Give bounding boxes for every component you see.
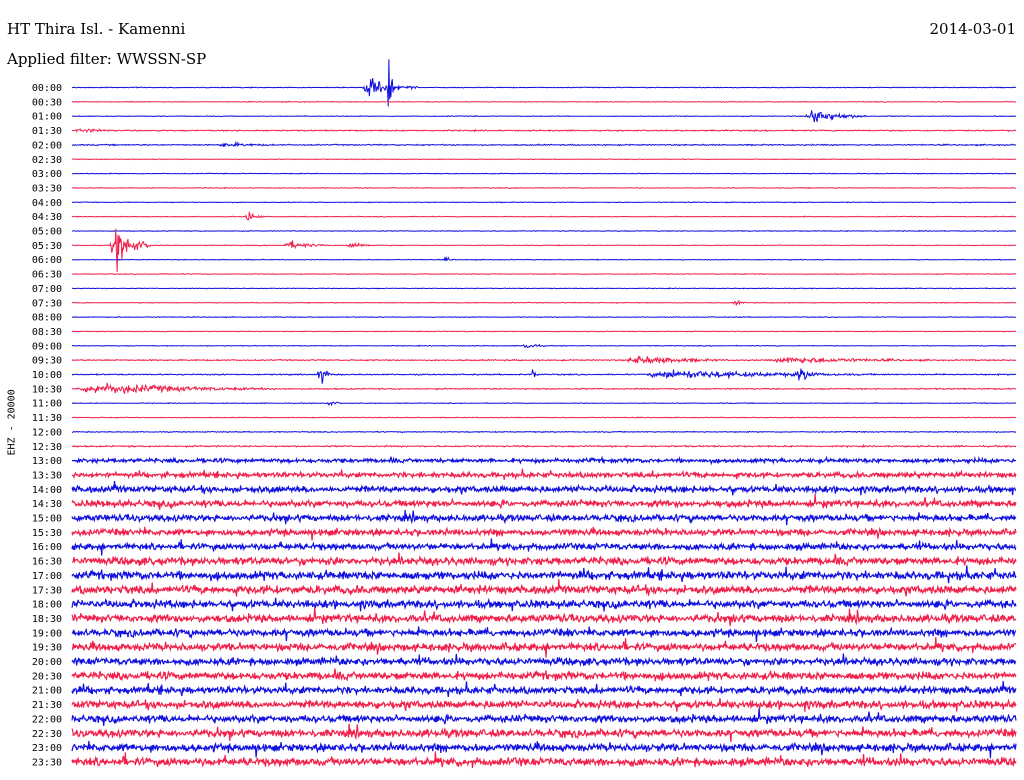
- row-time-label: 21:30: [32, 700, 62, 711]
- row-time-label: 16:30: [32, 557, 62, 568]
- row-time-label: 03:00: [32, 169, 62, 180]
- row-time-label: 07:30: [32, 298, 62, 309]
- row-time-label: 17:00: [32, 571, 62, 582]
- trace-row-0700: [72, 287, 1017, 290]
- trace-row-2130: [71, 698, 1017, 712]
- trace-row-2100: [71, 680, 1017, 698]
- row-time-label: 23:30: [32, 757, 62, 768]
- row-time-label: 18:00: [32, 600, 62, 611]
- trace-row-0830: [71, 330, 1017, 333]
- trace-row-0530: [71, 228, 1017, 272]
- row-time-label: 00:00: [32, 83, 62, 94]
- row-time-label: 12:30: [32, 442, 62, 453]
- row-time-label: 02:30: [32, 155, 62, 166]
- row-time-label: 22:30: [32, 729, 62, 740]
- trace-row-0600: [71, 255, 1017, 262]
- row-time-label: 06:30: [32, 270, 62, 281]
- helicorder-plot: 00:00 00:30 01:00 01:30 02:00 02:30 03:00 03:30…: [32, 59, 1017, 769]
- row-time-label: 01:00: [32, 112, 62, 123]
- trace-row-0130: [72, 128, 1017, 134]
- trace-row-2330: [71, 751, 1017, 769]
- row-time-label: 19:30: [32, 643, 62, 654]
- trace-row-1330: [71, 468, 1017, 481]
- trace-row-1300: [71, 455, 1017, 466]
- trace-row-1400: [71, 481, 1017, 496]
- trace-row-0430: [71, 211, 1017, 221]
- row-time-label: 14:00: [32, 485, 62, 496]
- trace-row-0800: [71, 315, 1017, 319]
- row-time-label: 13:30: [32, 470, 62, 481]
- trace-row-0500: [71, 229, 1017, 233]
- trace-row-1630: [72, 552, 1017, 568]
- row-time-label: 19:00: [32, 628, 62, 639]
- row-time-label: 03:30: [32, 183, 62, 194]
- row-time-label: 01:30: [32, 126, 62, 137]
- row-time-label: 06:00: [32, 255, 62, 266]
- trace-row-1500: [71, 509, 1017, 526]
- trace-row-1600: [71, 538, 1017, 556]
- trace-row-1100: [72, 401, 1017, 407]
- row-time-label: 10:30: [32, 384, 62, 395]
- row-time-label: 07:00: [32, 284, 62, 295]
- row-time-label: 10:00: [32, 370, 62, 381]
- row-time-label: 13:00: [32, 456, 62, 467]
- row-time-label: 17:30: [32, 585, 62, 596]
- row-time-label: 05:00: [32, 227, 62, 238]
- trace-row-0930: [71, 355, 1017, 365]
- trace-row-1230: [71, 443, 1017, 449]
- trace-row-1730: [71, 579, 1017, 597]
- seismic-traces: [71, 59, 1017, 769]
- trace-row-2230: [71, 723, 1017, 742]
- trace-row-0330: [72, 186, 1017, 190]
- row-labels: 00:00 00:30 01:00 01:30 02:00 02:30 03:00 03:30…: [32, 83, 62, 768]
- row-time-label: 09:30: [32, 356, 62, 367]
- trace-row-1700: [71, 565, 1017, 584]
- row-time-label: 16:00: [32, 542, 62, 553]
- trace-row-1200: [71, 430, 1017, 434]
- row-time-label: 05:30: [32, 241, 62, 252]
- trace-row-2000: [71, 653, 1017, 668]
- trace-row-0900: [71, 343, 1017, 349]
- trace-row-1900: [71, 626, 1017, 642]
- row-time-label: 18:30: [32, 614, 62, 625]
- trace-row-1830: [71, 607, 1017, 627]
- trace-row-0300: [71, 172, 1016, 175]
- trace-row-0030: [71, 100, 1017, 103]
- row-time-label: 02:00: [32, 140, 62, 151]
- trace-row-2300: [71, 740, 1017, 759]
- row-time-label: 15:00: [32, 514, 62, 525]
- trace-row-1800: [71, 597, 1017, 612]
- row-time-label: 21:00: [32, 686, 62, 697]
- row-time-label: 14:30: [32, 499, 62, 510]
- trace-row-1000: [71, 368, 1017, 384]
- trace-row-2200: [71, 708, 1017, 726]
- row-time-label: 04:00: [32, 198, 62, 209]
- row-time-label: 08:00: [32, 313, 62, 324]
- row-time-label: 23:00: [32, 743, 62, 754]
- trace-row-1430: [71, 494, 1017, 510]
- trace-row-0630: [71, 272, 1017, 276]
- trace-row-0730: [71, 299, 1017, 306]
- row-time-label: 20:00: [32, 657, 62, 668]
- row-time-label: 15:30: [32, 528, 62, 539]
- trace-row-1130: [71, 416, 1017, 419]
- trace-row-1530: [71, 526, 1017, 541]
- row-time-label: 22:00: [32, 714, 62, 725]
- row-time-label: 04:30: [32, 212, 62, 223]
- row-time-label: 00:30: [32, 97, 62, 108]
- row-time-label: 11:30: [32, 413, 62, 424]
- trace-row-0000: [72, 59, 1016, 107]
- trace-row-1030: [71, 382, 1016, 395]
- trace-row-0100: [72, 110, 1017, 123]
- trace-row-0230: [71, 158, 1017, 161]
- trace-row-0200: [71, 140, 1017, 148]
- row-time-label: 20:30: [32, 671, 62, 682]
- trace-row-0400: [72, 201, 1017, 204]
- trace-row-2030: [71, 668, 1017, 682]
- row-time-label: 12:00: [32, 427, 62, 438]
- row-time-label: 08:30: [32, 327, 62, 338]
- row-time-label: 11:00: [32, 399, 62, 410]
- row-time-label: 09:00: [32, 341, 62, 352]
- trace-row-1930: [72, 637, 1017, 658]
